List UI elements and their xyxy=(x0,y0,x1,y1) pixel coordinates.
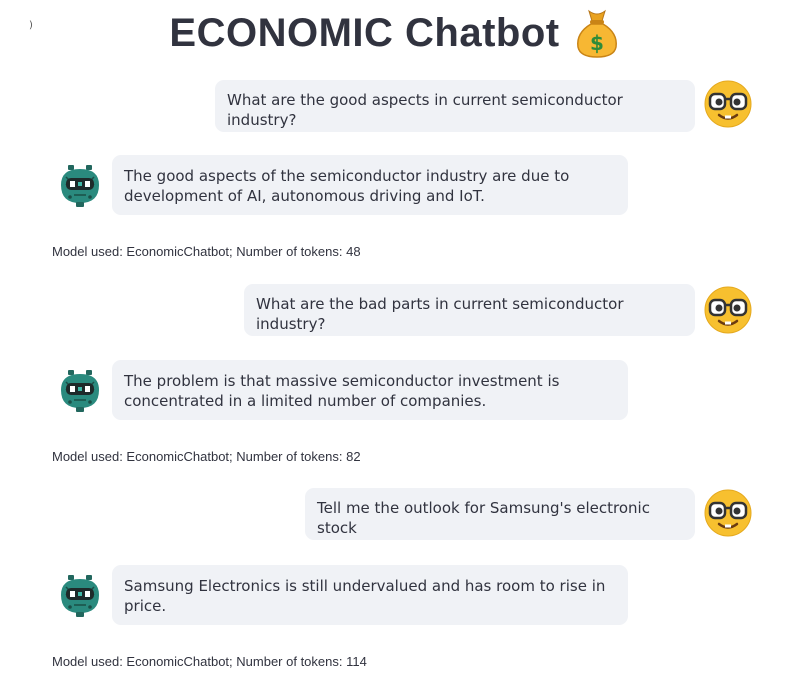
robot-icon xyxy=(56,366,104,414)
assistant-message-line: development of AI, autonomous driving an… xyxy=(124,187,485,205)
user-message: What are the good aspects in current sem… xyxy=(0,80,789,132)
nerd-face-icon xyxy=(704,489,752,537)
assistant-message: Samsung Electronics is still undervalued… xyxy=(0,565,789,625)
assistant-message-bubble: Samsung Electronics is still undervalued… xyxy=(112,565,628,625)
assistant-message-line: The problem is that massive semiconducto… xyxy=(124,372,560,390)
user-message-bubble: What are the bad parts in current semico… xyxy=(244,284,695,336)
robot-icon xyxy=(56,161,104,209)
model-usage-caption: Model used: EconomicChatbot; Number of t… xyxy=(52,244,361,259)
user-message-text: What are the bad parts in current semico… xyxy=(256,295,624,333)
assistant-message: The good aspects of the semiconductor in… xyxy=(0,155,789,215)
assistant-message-line: concentrated in a limited number of comp… xyxy=(124,392,487,410)
user-message: What are the bad parts in current semico… xyxy=(0,284,789,336)
model-usage-caption: Model used: EconomicChatbot; Number of t… xyxy=(52,654,367,669)
assistant-message-bubble: The good aspects of the semiconductor in… xyxy=(112,155,628,215)
svg-text:$: $ xyxy=(590,31,604,55)
assistant-message-line: Samsung Electronics is still undervalued… xyxy=(124,577,606,595)
robot-icon xyxy=(56,571,104,619)
user-message-text: Tell me the outlook for Samsung's electr… xyxy=(317,499,650,537)
money-bag-icon: $ xyxy=(576,9,617,58)
user-message-bubble: What are the good aspects in current sem… xyxy=(215,80,695,132)
user-message-text: What are the good aspects in current sem… xyxy=(227,91,623,129)
page-title: ECONOMIC Chatbot xyxy=(169,10,560,55)
nerd-face-icon xyxy=(704,286,752,334)
page-header: ECONOMIC Chatbot $ xyxy=(0,4,789,62)
assistant-message-line: The good aspects of the semiconductor in… xyxy=(124,167,570,185)
user-message: Tell me the outlook for Samsung's electr… xyxy=(0,488,789,540)
nerd-face-icon xyxy=(704,80,752,128)
assistant-message-line: price. xyxy=(124,597,167,615)
assistant-message: The problem is that massive semiconducto… xyxy=(0,360,789,420)
model-usage-caption: Model used: EconomicChatbot; Number of t… xyxy=(52,449,361,464)
user-message-bubble: Tell me the outlook for Samsung's electr… xyxy=(305,488,695,540)
assistant-message-bubble: The problem is that massive semiconducto… xyxy=(112,360,628,420)
